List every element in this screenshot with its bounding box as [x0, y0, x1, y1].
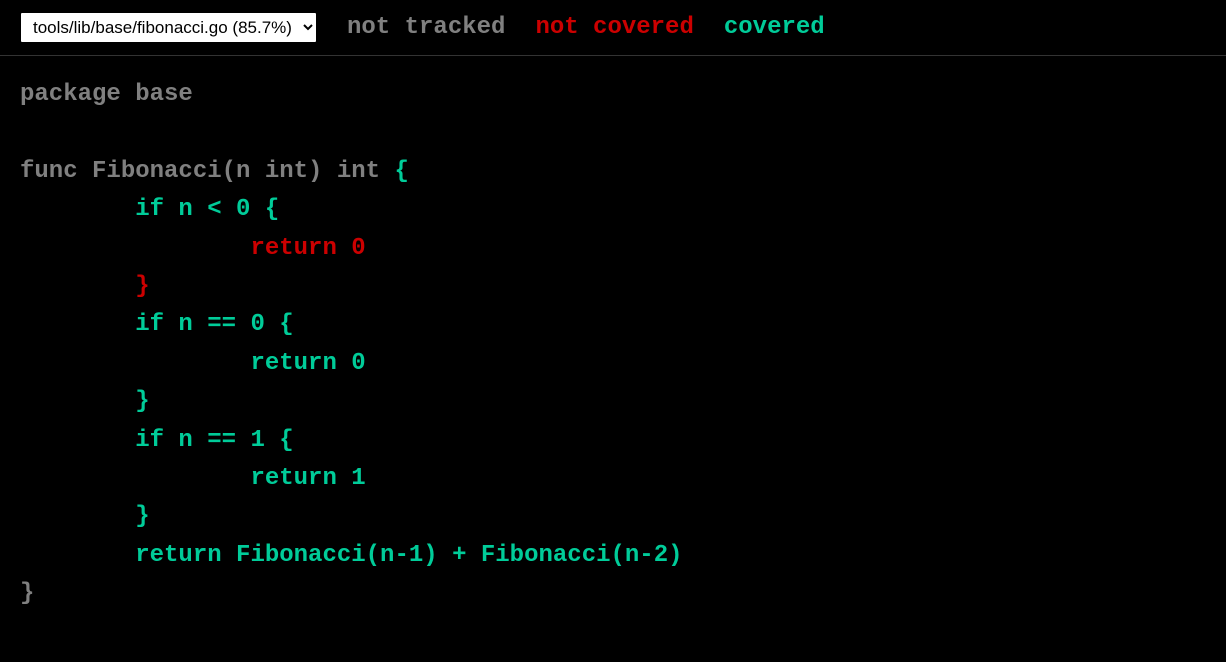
code-line-8: return 0 — [20, 350, 366, 377]
code-line-6: } — [20, 273, 150, 300]
code-line-3a: func Fibonacci(n int) int — [20, 158, 394, 185]
code-line-4: if n < 0 { — [20, 196, 279, 223]
coverage-legend: not tracked not covered covered — [347, 14, 825, 41]
code-line-7: if n == 0 { — [20, 311, 294, 338]
code-line-5: return 0 — [20, 235, 366, 262]
code-line-13: return Fibonacci(n-1) + Fibonacci(n-2) — [20, 542, 683, 569]
code-line-14: } — [20, 580, 34, 607]
code-line-3b: { — [394, 158, 408, 185]
code-line-9: } — [20, 388, 150, 415]
legend-not-tracked: not tracked — [347, 14, 505, 41]
code-line-12: } — [20, 503, 150, 530]
code-line-11: return 1 — [20, 465, 366, 492]
code-line-10: if n == 1 { — [20, 427, 294, 454]
legend-covered: covered — [724, 14, 825, 41]
header: tools/lib/base/fibonacci.go (85.7%) not … — [0, 0, 1226, 56]
file-selector[interactable]: tools/lib/base/fibonacci.go (85.7%) — [20, 12, 317, 43]
code-line-1: package base — [20, 81, 193, 108]
code-viewer: package base func Fibonacci(n int) int {… — [0, 56, 1226, 633]
legend-not-covered: not covered — [535, 14, 693, 41]
